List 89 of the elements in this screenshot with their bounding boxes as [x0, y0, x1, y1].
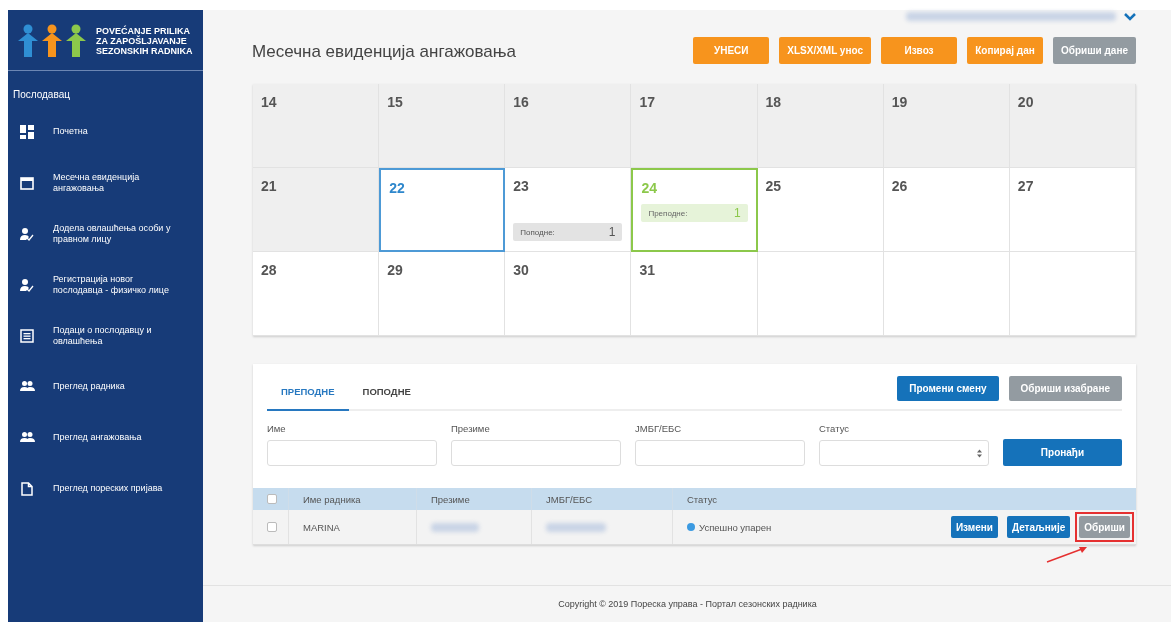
day-cell[interactable]: 21 — [253, 168, 380, 252]
sidebar-item[interactable]: Преглед радника — [53, 381, 125, 392]
search-button[interactable]: Пронађи — [1003, 439, 1122, 466]
day-number: 14 — [261, 94, 277, 110]
day-cell[interactable]: 20 — [1009, 84, 1136, 168]
panel-button[interactable]: Промени смену — [897, 376, 999, 401]
day-number: 31 — [639, 262, 655, 278]
day-cell[interactable]: 16 — [505, 84, 632, 168]
day-number: 21 — [261, 178, 277, 194]
people-icon — [20, 430, 35, 445]
input-field[interactable] — [635, 440, 805, 466]
day-number: 28 — [261, 262, 277, 278]
row-checkbox[interactable] — [267, 522, 277, 532]
footer-text: Copyright © 2019 Пореска управа - Портал сезонских радника — [203, 585, 1171, 622]
input-field[interactable] — [451, 440, 621, 466]
people-logo-icon — [18, 23, 88, 59]
list-icon — [20, 328, 35, 343]
sidebar-item[interactable]: Преглед ангажовања — [53, 432, 142, 443]
logo-text: POVEĆANJE PRILIKA ZA ZAPOŠLJAVANJE SEZONSKIH RADNIKA — [96, 26, 193, 56]
day-number: 23 — [513, 178, 529, 194]
column-header: Презиме — [431, 493, 470, 505]
column-header: Име радника — [303, 493, 361, 505]
page-title: Месечна евиденција ангажовања — [252, 42, 518, 63]
shift-tab[interactable]: ПРЕПОДНЕ — [267, 376, 349, 411]
day-cell[interactable]: 15 — [379, 84, 506, 168]
day-cell[interactable]: 31 — [631, 252, 758, 336]
day-number: 18 — [765, 94, 782, 110]
shift-count: 1 — [733, 206, 741, 220]
dashboard-icon — [20, 124, 35, 139]
column-header: Статус — [687, 493, 718, 505]
annotation-arrow — [1046, 545, 1088, 563]
user-check-icon — [20, 277, 35, 292]
sidebar-heading: Послодавац — [12, 88, 71, 102]
day-number: 22 — [389, 180, 405, 196]
shift-tab[interactable]: ПОПОДНЕ — [348, 376, 425, 411]
status-select[interactable] — [819, 440, 989, 466]
day-cell[interactable]: 25 — [757, 168, 884, 252]
column-header: ЈМБГ/ЕБС — [546, 493, 592, 505]
day-number: 15 — [387, 94, 403, 110]
shift-badge[interactable]: Преподне: 1 — [641, 204, 748, 222]
row-action-button[interactable]: Детаљније — [1006, 516, 1071, 538]
sidebar-item[interactable]: Додела овлашћења особи у правном лицу — [53, 222, 178, 245]
day-cell[interactable]: 18 — [757, 84, 884, 168]
day-number: 19 — [891, 94, 908, 110]
day-number: 30 — [513, 262, 529, 278]
shift-label: Поподне: — [520, 227, 555, 237]
day-cell[interactable]: 23 Поподне: 1 — [505, 168, 632, 252]
day-cell[interactable]: 17 — [631, 84, 758, 168]
day-cell[interactable]: 19 — [883, 84, 1010, 168]
input-field[interactable] — [267, 440, 437, 466]
day-number: 24 — [641, 180, 657, 196]
user-check-icon — [20, 226, 35, 241]
row-action-button[interactable]: Измени — [950, 516, 998, 538]
select-arrows-icon — [977, 448, 982, 458]
field-label: Презиме — [451, 423, 491, 434]
selected-day-cell[interactable]: 24 Преподне: 1 — [631, 168, 758, 252]
sidebar-item[interactable]: Преглед пореских пријава — [53, 483, 163, 494]
calendar-icon — [20, 175, 35, 190]
table-cell: MARINA — [303, 521, 340, 533]
day-number: 26 — [891, 178, 908, 194]
day-cell[interactable]: 30 — [505, 252, 632, 336]
day-number: 20 — [1017, 94, 1034, 110]
day-cell[interactable]: 14 — [253, 84, 380, 168]
field-label: ЈМБГ/ЕБС — [635, 423, 682, 434]
day-number: 16 — [513, 94, 529, 110]
day-number: 25 — [765, 178, 782, 194]
day-cell[interactable]: 26 — [883, 168, 1010, 252]
document-icon — [20, 481, 35, 496]
day-number: 29 — [387, 262, 403, 278]
sidebar-item[interactable]: Месечна евиденција ангажовања — [53, 171, 178, 194]
sidebar-item[interactable]: Почетна — [53, 126, 88, 137]
today-cell[interactable]: 22 — [379, 168, 506, 252]
people-icon — [20, 379, 35, 394]
shift-count: 1 — [608, 225, 616, 239]
sidebar-item[interactable]: Регистрација новог послодавца - физичко лице — [53, 273, 178, 296]
field-label: Име — [267, 423, 287, 434]
day-number: 27 — [1017, 178, 1034, 194]
select-all-checkbox[interactable] — [267, 494, 277, 504]
day-cell[interactable]: 29 — [379, 252, 506, 336]
day-number: 17 — [639, 94, 655, 110]
day-cell[interactable]: 28 — [253, 252, 380, 336]
day-cell[interactable]: 27 — [1009, 168, 1136, 252]
field-label: Статус — [819, 423, 851, 434]
chevron-down-icon — [1124, 12, 1136, 21]
status-text: Успешно упарен — [699, 521, 772, 533]
shift-label: Преподне: — [648, 208, 688, 218]
shift-badge[interactable]: Поподне: 1 — [513, 223, 623, 241]
status-dot — [687, 523, 695, 531]
sidebar-item[interactable]: Подаци о послодавцу и овлашћења — [53, 324, 178, 347]
